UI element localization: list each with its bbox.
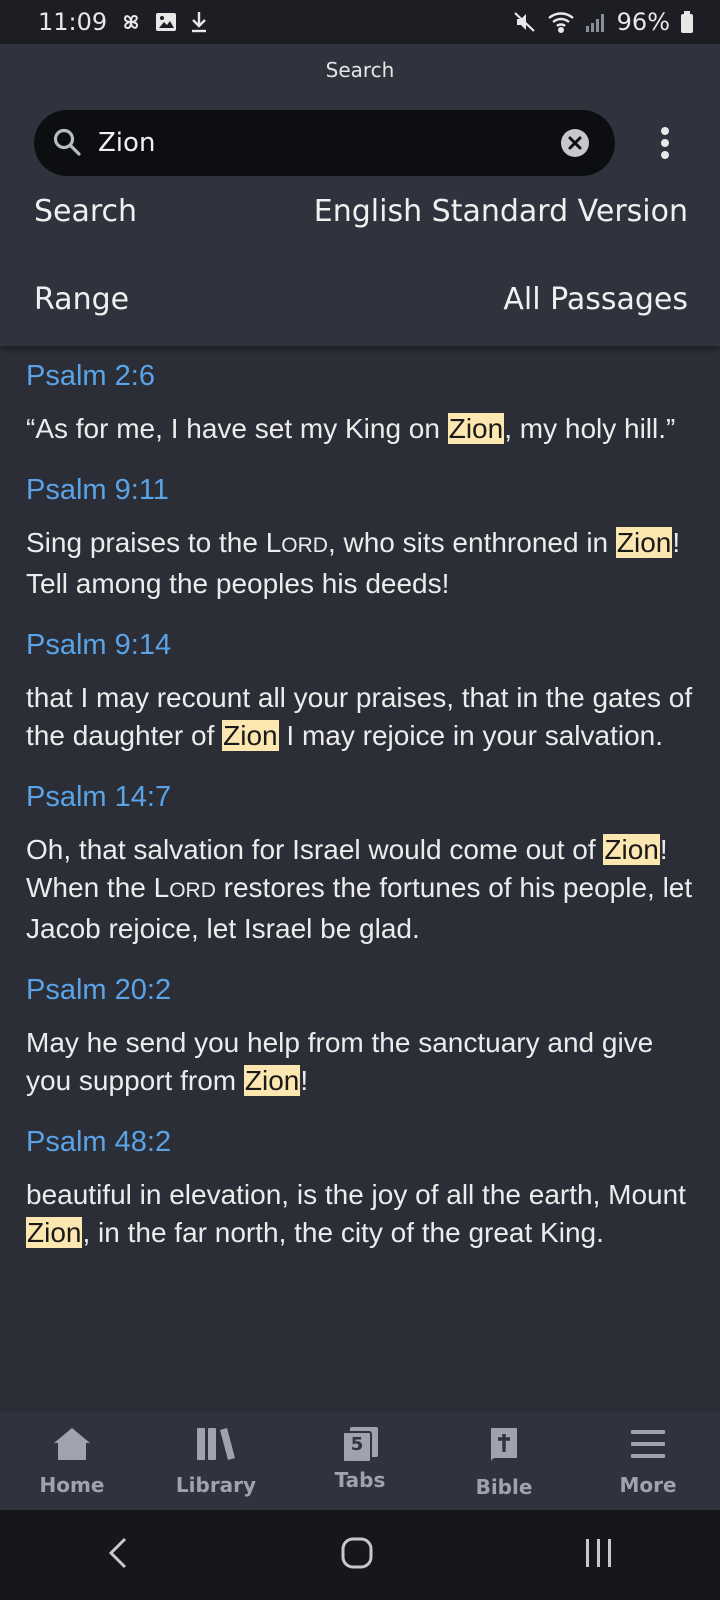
bottom-navigation: Home Library 5 Tabs Bible More [0, 1412, 720, 1510]
verse-segment: ! [300, 1065, 309, 1096]
search-header: Search Search English Standard Version R… [0, 44, 720, 346]
range-selector[interactable]: All Passages [503, 282, 688, 317]
clock: 11:09 [38, 8, 108, 36]
verse-reference[interactable]: Psalm 2:6 [26, 358, 694, 394]
result-item[interactable]: Psalm 2:6 “As for me, I have set my King … [26, 358, 694, 448]
nav-more[interactable]: More [576, 1412, 720, 1510]
overflow-menu-icon[interactable] [660, 126, 670, 165]
verse-segment: May he send you help from the sanctuary … [26, 1027, 654, 1096]
bible-icon [487, 1426, 521, 1469]
verse-reference[interactable]: Psalm 9:14 [26, 627, 694, 663]
result-item[interactable]: Psalm 14:7 Oh, that salvation for Israel … [26, 779, 694, 948]
search-label: Search [34, 194, 138, 229]
small-caps-text: ord [281, 534, 328, 557]
home-button-icon[interactable] [339, 1535, 375, 1576]
search-highlight: Zion [603, 834, 660, 865]
nav-tabs-label: Tabs [334, 1468, 386, 1492]
result-item[interactable]: Psalm 48:2 beautiful in elevation, is the… [26, 1124, 694, 1252]
battery-icon [680, 10, 694, 34]
verse-segment: , in the far north, the city of the grea… [82, 1217, 604, 1248]
recent-apps-icon[interactable] [581, 1535, 617, 1576]
verse-segment: Oh, that salvation for Israel would come… [26, 834, 604, 865]
search-highlight: Zion [26, 1217, 83, 1248]
home-icon [52, 1426, 92, 1467]
nav-bible[interactable]: Bible [432, 1412, 576, 1510]
small-caps-text: ord [169, 879, 216, 902]
search-input[interactable] [98, 110, 568, 176]
tabs-count-badge: 5 [350, 1434, 364, 1455]
nav-tabs[interactable]: 5 Tabs [288, 1412, 432, 1510]
nav-home-label: Home [39, 1473, 105, 1497]
signal-icon [585, 11, 607, 33]
verse-reference[interactable]: Psalm 9:11 [26, 472, 694, 508]
search-highlight: Zion [615, 527, 673, 558]
verse-segment: , who sits enthroned in [327, 527, 616, 558]
system-navigation [0, 1510, 720, 1600]
range-label: Range [34, 282, 130, 317]
search-box[interactable] [34, 110, 615, 176]
verse-segment: I may rejoice in your salvation. [278, 720, 664, 751]
verse-segment: beautiful in elevation, is the joy of al… [26, 1179, 686, 1210]
result-item[interactable]: Psalm 9:14 that I may recount all your pr… [26, 627, 694, 755]
download-icon [189, 10, 209, 34]
verse-text: Oh, that salvation for Israel would come… [26, 831, 694, 948]
back-icon[interactable] [103, 1533, 133, 1578]
result-item[interactable]: Psalm 20:2 May he send you help from the … [26, 972, 694, 1100]
search-highlight: Zion [243, 1065, 301, 1096]
verse-reference[interactable]: Psalm 48:2 [26, 1124, 694, 1160]
verse-reference[interactable]: Psalm 20:2 [26, 972, 694, 1008]
wifi-icon [547, 11, 575, 33]
library-icon [195, 1426, 237, 1467]
status-bar: 11:09 96% [0, 0, 720, 44]
version-selector[interactable]: English Standard Version [314, 194, 688, 229]
tabs-icon: 5 [340, 1426, 380, 1463]
verse-segment: Sing praises to the L [26, 527, 282, 558]
nav-home[interactable]: Home [0, 1412, 144, 1510]
menu-icon [629, 1426, 667, 1467]
image-icon [155, 11, 177, 33]
page-title: Search [325, 58, 395, 82]
verse-segment: “As for me, I have set my King on [26, 413, 448, 444]
verse-text: “As for me, I have set my King on Zion, … [26, 410, 694, 448]
verse-text: Sing praises to the Lord, who sits enthr… [26, 524, 694, 603]
result-item[interactable]: Psalm 9:11 Sing praises to the Lord, who … [26, 472, 694, 603]
pinwheel-icon [119, 10, 143, 34]
search-version-row[interactable]: Search English Standard Version [34, 194, 688, 229]
range-row[interactable]: Range All Passages [34, 282, 688, 317]
search-icon [52, 127, 82, 162]
battery-percent: 96% [616, 8, 670, 36]
nav-library[interactable]: Library [144, 1412, 288, 1510]
nav-more-label: More [619, 1473, 677, 1497]
search-highlight: Zion [222, 720, 279, 751]
nav-bible-label: Bible [475, 1475, 533, 1499]
verse-text: that I may recount all your praises, tha… [26, 679, 694, 755]
verse-segment: , my holy hill.” [504, 413, 676, 444]
nav-library-label: Library [175, 1473, 257, 1497]
clear-icon[interactable] [560, 128, 590, 163]
verse-text: May he send you help from the sanctuary … [26, 1024, 694, 1100]
verse-text: beautiful in elevation, is the joy of al… [26, 1176, 694, 1252]
search-highlight: Zion [447, 413, 505, 444]
verse-reference[interactable]: Psalm 14:7 [26, 779, 694, 815]
mute-icon [513, 10, 537, 34]
results-list[interactable]: Psalm 2:6 “As for me, I have set my King … [0, 346, 720, 1412]
